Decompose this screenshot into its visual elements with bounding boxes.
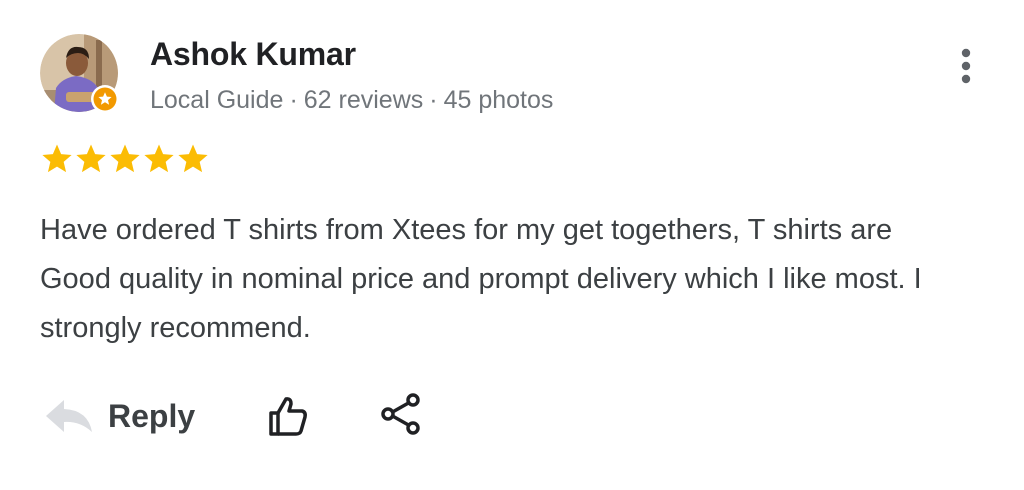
share-icon[interactable] [380,392,424,436]
star-icon [178,144,208,173]
star-icon [144,144,174,173]
review-text: Have ordered T shirts from Xtees for my … [40,214,922,344]
star-icon [42,144,72,173]
reviewer-meta: Local Guide · 62 reviews · 45 photos [150,86,553,115]
reply-arrow-icon [46,400,92,432]
review-count: 62 reviews [303,86,424,114]
reviewer-avatar[interactable] [40,34,120,114]
more-vert-icon[interactable] [950,44,982,88]
reviewer-name[interactable]: Ashok Kumar [150,36,356,73]
thumbs-up-icon[interactable] [266,394,310,438]
reply-label: Reply [108,397,196,434]
local-guide-label: Local Guide [150,86,284,114]
photo-count: 45 photos [443,86,554,114]
star-rating [40,142,210,178]
star-icon [110,144,140,173]
meta-separator: · [429,86,438,114]
reply-button[interactable]: Reply [44,390,195,442]
review-actions: Reply [44,390,464,442]
star-icon [76,144,106,173]
meta-separator: · [289,86,298,114]
local-guide-star-icon [91,85,119,113]
review-card: Ashok Kumar Local Guide · 62 reviews · 45 ph… [0,0,1024,490]
